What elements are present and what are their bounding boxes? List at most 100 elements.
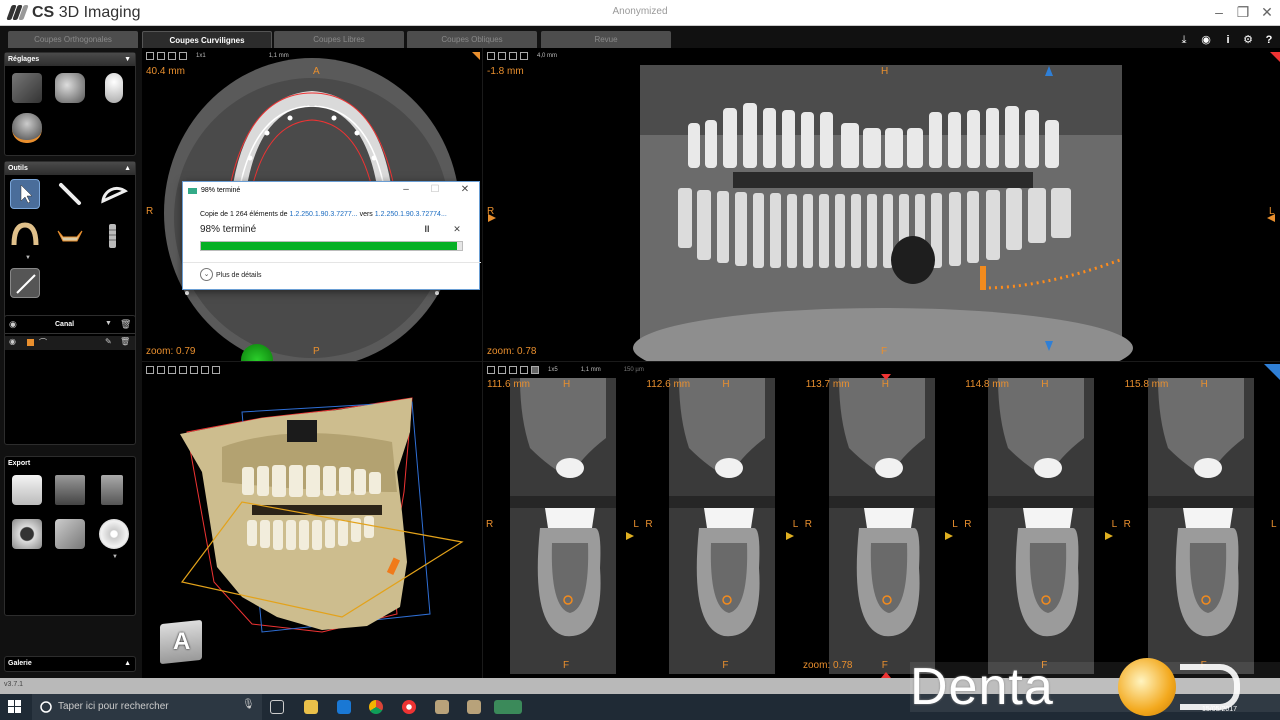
eye-icon[interactable]: ◉ [9, 337, 16, 346]
cross-section-views[interactable]: 1x5 1,1 mm 150 µm 111.6 mm H R L F 112.6… [483, 362, 1280, 678]
dialog-title: 98% terminé [201, 187, 241, 194]
target-icon[interactable]: ◉ [1199, 33, 1213, 47]
progress-fill [201, 242, 457, 250]
volume-3d-view[interactable]: A [142, 362, 482, 678]
galerie-header[interactable]: Galerie ▲ [5, 657, 135, 671]
tab-coupes-curvilignes[interactable]: Coupes Curvilignes [142, 31, 272, 48]
taskbar-search-box[interactable]: Taper ici pour rechercher 🎙 [32, 694, 262, 720]
panoramic-position: -1.8 mm [487, 66, 524, 77]
copy-source-link[interactable]: 1.2.250.1.90.3.7277... [290, 211, 358, 218]
outils-title: Outils [8, 165, 28, 172]
app-name-prefix: CS [32, 4, 55, 21]
dialog-close-button[interactable]: ✕ [457, 184, 473, 195]
mouse-icon[interactable] [105, 73, 123, 103]
dialog-minimize-button[interactable]: – [398, 184, 414, 195]
export-title: Export [8, 460, 31, 467]
dialog-maximize-button[interactable]: ☐ [427, 184, 443, 195]
galerie-panel: Galerie ▲ [4, 656, 136, 672]
close-button[interactable]: ✕ [1256, 3, 1278, 21]
pointer-tool-icon[interactable] [10, 179, 40, 209]
panoramic-zoom: zoom: 0.78 [487, 346, 537, 357]
cs-imaging-task-icon-2[interactable] [467, 700, 481, 714]
chevron-down-icon: ▼ [124, 56, 131, 63]
cd-icon[interactable] [99, 519, 129, 549]
document-export-icon[interactable] [12, 475, 42, 505]
panoramic-left-label: R [487, 206, 495, 217]
app-name: 3D Imaging [58, 4, 141, 21]
canal-dropdown-icon[interactable]: ▼ [105, 320, 112, 327]
file-explorer-icon[interactable] [304, 700, 318, 714]
panoramic-view[interactable]: 4,0 mm -1.8 mm H R L F zoom: 0.78 [483, 48, 1280, 361]
folder-icon[interactable] [55, 519, 85, 549]
tab-coupes-libres[interactable]: Coupes Libres [274, 31, 404, 48]
reglages-header[interactable]: Réglages ▼ [5, 53, 135, 66]
export-header[interactable]: Export [5, 457, 135, 470]
cross-zoom: zoom: 0.78 [803, 660, 853, 671]
trash-icon[interactable]: 🗑 [120, 337, 130, 346]
copy-task-icon[interactable] [494, 700, 522, 714]
tab-coupes-obliques[interactable]: Coupes Obliques [407, 31, 537, 48]
eye-icon[interactable]: ◉ [9, 319, 17, 330]
orientation-cube-label[interactable]: A [173, 628, 190, 656]
copy-dest-link[interactable]: 1.2.250.1.90.3.72774... [375, 211, 447, 218]
denta-watermark: Denta 15/05/2017 [910, 656, 1280, 718]
copy-icon [188, 188, 197, 194]
app-version: v3.7.1 [4, 681, 24, 688]
copy-description: Copie de 1 264 éléments de 1.2.250.1.90.… [200, 211, 447, 218]
edge-icon[interactable] [337, 700, 351, 714]
watermark-sun-logo [1118, 658, 1176, 716]
chevron-down-icon[interactable]: ⌄ [200, 268, 213, 281]
app-logo: CS 3D Imaging [6, 2, 141, 24]
dialog-percent: 98% terminé [200, 224, 257, 235]
watermark-3-glyph [1180, 664, 1240, 710]
app-window: CS 3D Imaging Anonymized – ❐ ✕ Coupes Or… [0, 0, 1280, 720]
pencil-icon[interactable]: ✎ [105, 337, 112, 346]
mandible-tool-icon[interactable] [55, 221, 85, 251]
maximize-button[interactable]: ❐ [1232, 3, 1254, 21]
pause-button[interactable]: II [419, 224, 435, 234]
title-bar: CS 3D Imaging Anonymized – ❐ ✕ [0, 0, 1280, 26]
annotation-tool-icon[interactable] [10, 268, 40, 298]
tab-revue[interactable]: Revue [541, 31, 671, 48]
arch-tool-icon[interactable] [10, 221, 40, 251]
panoramic-top-label: H [881, 66, 889, 77]
chevron-up-icon: ▲ [124, 165, 131, 172]
print-icon[interactable] [55, 475, 85, 505]
canal-color-swatch[interactable] [27, 339, 34, 346]
gear-icon[interactable]: ⚙ [1241, 33, 1255, 47]
chevron-up-icon: ▲ [124, 660, 131, 667]
minimize-button[interactable]: – [1208, 3, 1230, 21]
expand-arrow-icon[interactable]: ▼ [25, 255, 31, 261]
help-icon[interactable]: ? [1262, 33, 1276, 47]
chevron-down-icon[interactable]: ▼ [112, 554, 118, 560]
angle-tool-icon[interactable] [99, 179, 129, 209]
head-scan-icon[interactable] [12, 113, 42, 143]
download-icon[interactable]: ⤓ [1177, 33, 1191, 47]
task-view-icon[interactable] [270, 700, 284, 714]
taskbar-date: 15/05/2017 [1202, 706, 1238, 713]
record-icon[interactable] [402, 700, 416, 714]
canal-path-icon: ⌒ [39, 338, 47, 347]
axial-position: 40.4 mm [146, 66, 185, 77]
windows-start-icon[interactable] [8, 700, 22, 714]
skull-icon[interactable] [55, 73, 85, 103]
microphone-icon[interactable]: 🎙 [242, 699, 255, 710]
ruler-tool-icon[interactable] [55, 179, 85, 209]
more-details-link[interactable]: Plus de détails [216, 272, 262, 279]
trash-icon[interactable]: 🗑 [120, 319, 131, 330]
clipboard-icon[interactable] [101, 475, 123, 505]
tab-coupes-orthogonales[interactable]: Coupes Orthogonales [8, 31, 138, 48]
copy-prefix: Copie de 1 264 éléments de [200, 211, 290, 218]
axial-top-label: A [313, 66, 320, 77]
outils-header[interactable]: Outils ▲ [5, 162, 135, 175]
cancel-copy-button[interactable]: ✕ [449, 224, 465, 235]
camera-icon[interactable] [12, 519, 42, 549]
chrome-icon[interactable] [369, 700, 383, 714]
cs-imaging-task-icon[interactable] [435, 700, 449, 714]
implant-tool-icon[interactable] [103, 221, 123, 251]
info-icon[interactable]: i [1221, 33, 1235, 47]
canal-row[interactable]: ◉ ⌒ ✎ 🗑 [5, 336, 135, 350]
ct-scan-icon[interactable] [12, 73, 42, 103]
reglages-title: Réglages [8, 56, 40, 63]
axial-bottom-label: P [313, 346, 320, 357]
